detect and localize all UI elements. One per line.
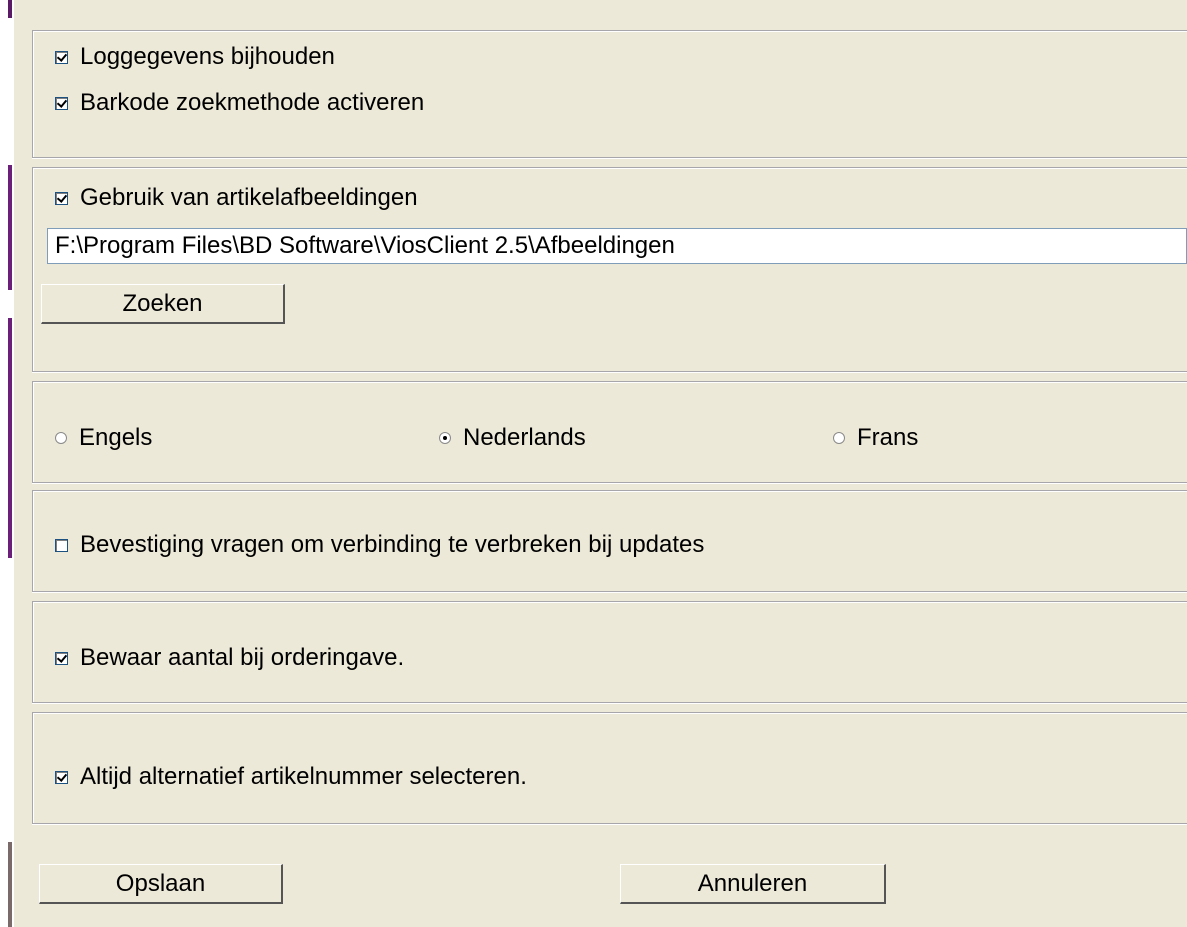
confirm-option[interactable]: Bevestiging vragen om verbinding te verb… xyxy=(55,531,704,559)
keep-quantity-label: Bewaar aantal bij orderingave. xyxy=(80,644,405,671)
confirm-label: Bevestiging vragen om verbinding te verb… xyxy=(80,531,705,558)
keep-quantity-checkbox[interactable] xyxy=(55,651,68,665)
log-label: Loggegevens bijhouden xyxy=(80,43,335,70)
radio-french[interactable] xyxy=(833,432,845,444)
images-path-field[interactable]: F:\Program Files\BD Software\ViosClient … xyxy=(47,228,1187,264)
alternative-article-option[interactable]: Altijd alternatief artikelnummer selecte… xyxy=(55,763,527,791)
use-images-checkbox[interactable] xyxy=(55,191,68,205)
left-window-edge xyxy=(0,0,14,927)
keep-quantity-group: Bewaar aantal bij orderingave. xyxy=(32,601,1187,703)
language-label-french: Frans xyxy=(857,424,919,451)
language-label-dutch: Nederlands xyxy=(463,424,586,451)
confirm-group: Bevestiging vragen om verbinding te verb… xyxy=(32,490,1187,592)
use-images-label: Gebruik van artikelafbeeldingen xyxy=(80,184,418,211)
language-option-dutch[interactable]: Nederlands xyxy=(439,424,586,452)
alternative-article-label: Altijd alternatief artikelnummer selecte… xyxy=(80,763,527,790)
language-option-french[interactable]: Frans xyxy=(833,424,918,452)
alternative-article-checkbox[interactable] xyxy=(55,770,68,784)
keep-quantity-option[interactable]: Bewaar aantal bij orderingave. xyxy=(55,644,404,672)
edge-accent xyxy=(8,0,12,18)
confirm-checkbox[interactable] xyxy=(55,538,68,552)
language-group: Engels Nederlands Frans xyxy=(32,381,1187,483)
cancel-button[interactable]: Annuleren xyxy=(620,864,886,904)
article-images-group: Gebruik van artikelafbeeldingen xyxy=(32,167,1187,372)
language-option-english[interactable]: Engels xyxy=(55,424,152,452)
alternative-article-group: Altijd alternatief artikelnummer selecte… xyxy=(32,712,1187,824)
search-button[interactable]: Zoeken xyxy=(41,284,285,324)
settings-dialog: Loggegevens bijhouden Barkode zoekmethod… xyxy=(14,0,1187,927)
log-option[interactable]: Loggegevens bijhouden xyxy=(55,43,335,71)
radio-english[interactable] xyxy=(55,432,67,444)
barcode-option[interactable]: Barkode zoekmethode activeren xyxy=(55,89,424,117)
barcode-label: Barkode zoekmethode activeren xyxy=(80,89,425,116)
language-label-english: Engels xyxy=(79,424,153,451)
edge-accent xyxy=(8,842,12,927)
radio-dutch[interactable] xyxy=(439,432,451,444)
general-options-group: Loggegevens bijhouden Barkode zoekmethod… xyxy=(32,30,1187,158)
save-button[interactable]: Opslaan xyxy=(39,864,283,904)
log-checkbox[interactable] xyxy=(55,50,68,64)
edge-accent xyxy=(8,165,12,290)
barcode-checkbox[interactable] xyxy=(55,96,68,110)
edge-accent xyxy=(8,318,12,558)
use-images-option[interactable]: Gebruik van artikelafbeeldingen xyxy=(55,184,418,212)
